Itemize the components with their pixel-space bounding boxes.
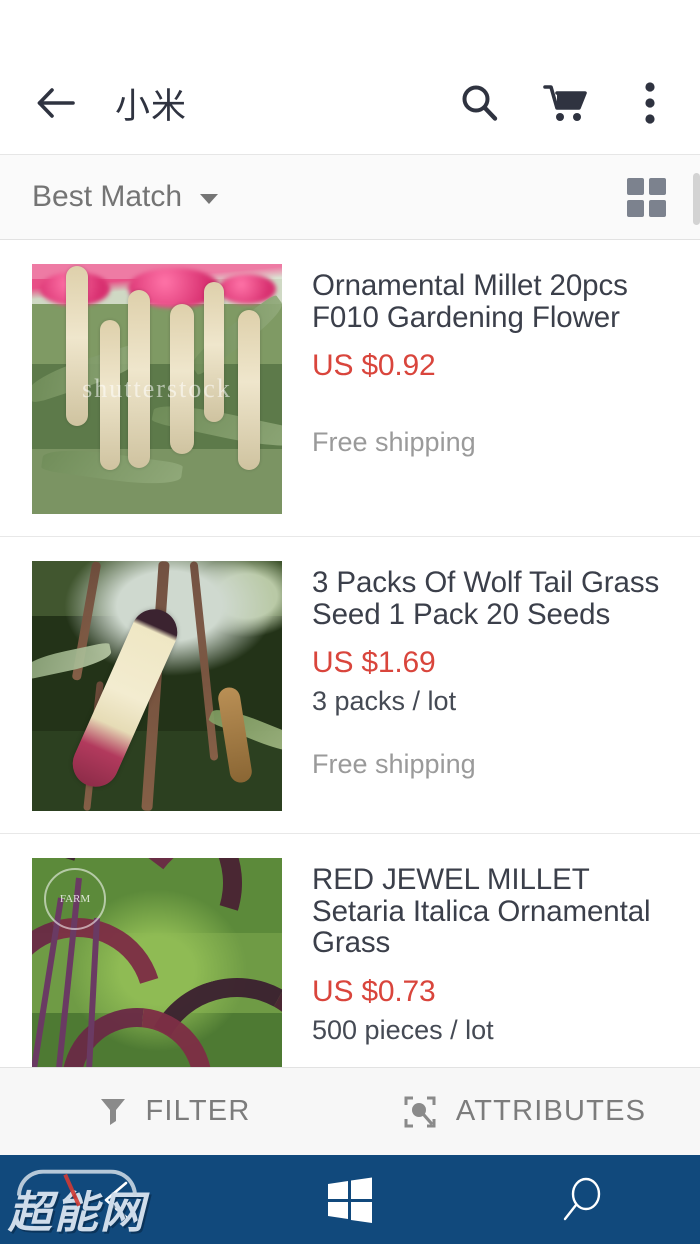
nav-back-button[interactable] [0, 1173, 233, 1227]
scan-search-icon [404, 1096, 436, 1127]
overflow-menu-button[interactable] [630, 72, 670, 134]
app-screen: 小米 Best Match shutterstock Ornamental Mi… [0, 0, 700, 1244]
grid-view-toggle[interactable] [627, 177, 666, 217]
product-price: US $0.92 [312, 349, 436, 383]
product-details: Ornamental Millet 20pcs F010 Gardening F… [282, 264, 680, 514]
product-title: 3 Packs Of Wolf Tail Grass Seed 1 Pack 2… [312, 566, 660, 631]
product-list-item[interactable]: shutterstock Ornamental Millet 20pcs F01… [0, 240, 700, 537]
product-thumbnail[interactable] [32, 561, 282, 811]
status-bar [0, 0, 700, 52]
cart-button[interactable] [536, 72, 598, 134]
shopping-cart-icon [543, 85, 587, 121]
product-shipping: Free shipping [312, 749, 476, 780]
app-bar: 小米 [0, 52, 700, 155]
search-button[interactable] [448, 72, 510, 134]
product-title: Ornamental Millet 20pcs F010 Gardening F… [312, 269, 628, 334]
grid-view-icon-cell [627, 199, 644, 217]
grid-view-icon-cell [649, 199, 666, 217]
system-navigation-bar: 超能网 [0, 1155, 700, 1244]
windows-logo-icon [327, 1177, 372, 1223]
sort-bar: Best Match [0, 155, 700, 240]
bottom-action-bar: FILTER ATTRIBUTES [0, 1067, 700, 1155]
product-price: US $0.73 [312, 974, 436, 1008]
sort-dropdown-label: Best Match [32, 180, 183, 213]
image-watermark: shutterstock [82, 374, 232, 403]
attributes-button-label: ATTRIBUTES [455, 1095, 647, 1127]
search-icon [462, 85, 498, 121]
product-list[interactable]: shutterstock Ornamental Millet 20pcs F01… [0, 240, 700, 1067]
product-image: shutterstock [32, 264, 282, 514]
product-title: RED JEWEL MILLET Setaria Italica Ornamen… [312, 863, 651, 960]
chevron-down-icon [200, 194, 219, 204]
attributes-button[interactable]: ATTRIBUTES [350, 1095, 700, 1128]
funnel-icon [100, 1098, 125, 1125]
nav-home-button[interactable] [233, 1174, 466, 1226]
product-lot-size: 3 packs / lot [312, 686, 457, 717]
grid-view-icon-cell [649, 177, 666, 195]
back-button[interactable] [30, 77, 82, 129]
filter-button[interactable]: FILTER [0, 1095, 350, 1128]
product-shipping: Free shipping [312, 427, 476, 458]
image-watermark: FARM [44, 868, 106, 930]
product-thumbnail[interactable]: shutterstock [32, 264, 282, 514]
product-price: US $1.69 [312, 646, 436, 680]
scrollbar-thumb[interactable] [693, 173, 700, 225]
product-list-item[interactable]: FARM RED JEWEL MILLET Setaria Italica Or… [0, 834, 700, 1067]
grid-view-icon-cell [627, 177, 644, 195]
product-image: FARM [32, 858, 282, 1067]
product-list-item[interactable]: 3 Packs Of Wolf Tail Grass Seed 1 Pack 2… [0, 537, 700, 834]
product-details: 3 Packs Of Wolf Tail Grass Seed 1 Pack 2… [282, 561, 680, 811]
product-details: RED JEWEL MILLET Setaria Italica Ornamen… [282, 858, 680, 1067]
nav-search-button[interactable] [467, 1174, 700, 1226]
nav-back-arrow-icon [104, 1181, 127, 1218]
product-image [32, 561, 282, 811]
sort-dropdown[interactable]: Best Match [32, 180, 219, 214]
product-lot-size: 500 pieces / lot [312, 1014, 494, 1045]
product-thumbnail[interactable]: FARM [32, 858, 282, 1067]
arrow-left-icon [37, 88, 75, 118]
more-vertical-icon [645, 82, 655, 124]
page-title: 小米 [115, 86, 188, 126]
nav-search-icon [564, 1177, 601, 1220]
filter-button-label: FILTER [145, 1095, 251, 1127]
